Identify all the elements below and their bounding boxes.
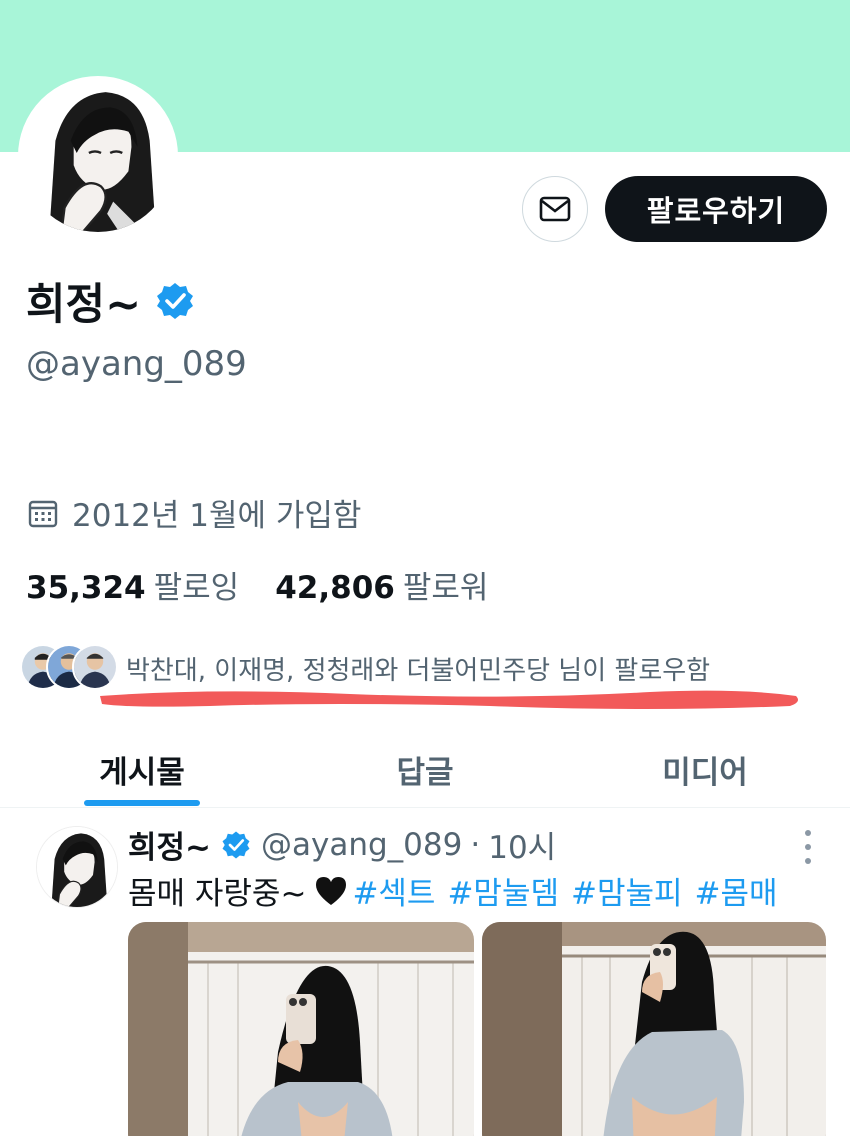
hashtag-link[interactable]: #맘눌피 xyxy=(571,868,683,913)
active-tab-indicator xyxy=(84,800,200,806)
post-photo[interactable] xyxy=(482,922,826,1136)
tab-posts[interactable]: 게시물 xyxy=(84,730,200,808)
followers-count[interactable]: 42,806 xyxy=(275,570,395,606)
joined-date: 2012년 1월에 가입함 xyxy=(26,490,361,535)
annotation-underline xyxy=(100,690,798,709)
post-author-handle[interactable]: @ayang_089 xyxy=(261,827,462,863)
post-separator: · xyxy=(470,826,481,863)
black-heart-icon xyxy=(316,876,347,905)
follow-stats: 35,324 팔로잉 42,806 팔로워 xyxy=(26,562,488,607)
post-body: 몸매 자랑중~ xyxy=(128,876,307,912)
post-photo[interactable] xyxy=(128,922,474,1136)
profile-handle: @ayang_089 xyxy=(26,344,247,384)
post-timestamp[interactable]: 10시 xyxy=(488,822,556,867)
profile-name-row: 희정~ xyxy=(26,270,195,332)
joined-text: 2012년 1월에 가입함 xyxy=(72,498,362,534)
hashtag-link[interactable]: #섹트 xyxy=(352,868,435,913)
more-options-icon[interactable] xyxy=(800,830,816,864)
profile-tabs: 게시물 답글 미디어 xyxy=(0,730,850,808)
hashtag-link[interactable]: #몸매 xyxy=(695,868,778,913)
envelope-icon xyxy=(539,196,571,222)
calendar-icon xyxy=(28,500,58,527)
profile-name: 희정~ xyxy=(26,280,142,330)
post-text: 몸매 자랑중~ #섹트 #맘눌뎀 #맘눌피 #몸매 xyxy=(128,868,790,913)
post-header: 희정~ @ayang_089 · 10시 xyxy=(128,822,556,867)
verified-badge-icon xyxy=(222,831,250,858)
post-avatar[interactable] xyxy=(36,826,118,908)
follow-button[interactable]: 팔로우하기 xyxy=(605,176,827,242)
tab-replies[interactable]: 답글 xyxy=(360,730,490,808)
followers-label[interactable]: 팔로워 xyxy=(403,562,489,607)
following-label[interactable]: 팔로잉 xyxy=(154,562,240,607)
tab-media[interactable]: 미디어 xyxy=(640,730,770,808)
hashtag-link[interactable]: #맘눌뎀 xyxy=(447,868,559,913)
following-count[interactable]: 35,324 xyxy=(26,570,146,606)
profile-avatar[interactable] xyxy=(18,76,178,236)
verified-badge-icon[interactable] xyxy=(155,281,195,321)
message-button[interactable] xyxy=(522,176,588,242)
post-author-name[interactable]: 희정~ xyxy=(128,822,211,867)
